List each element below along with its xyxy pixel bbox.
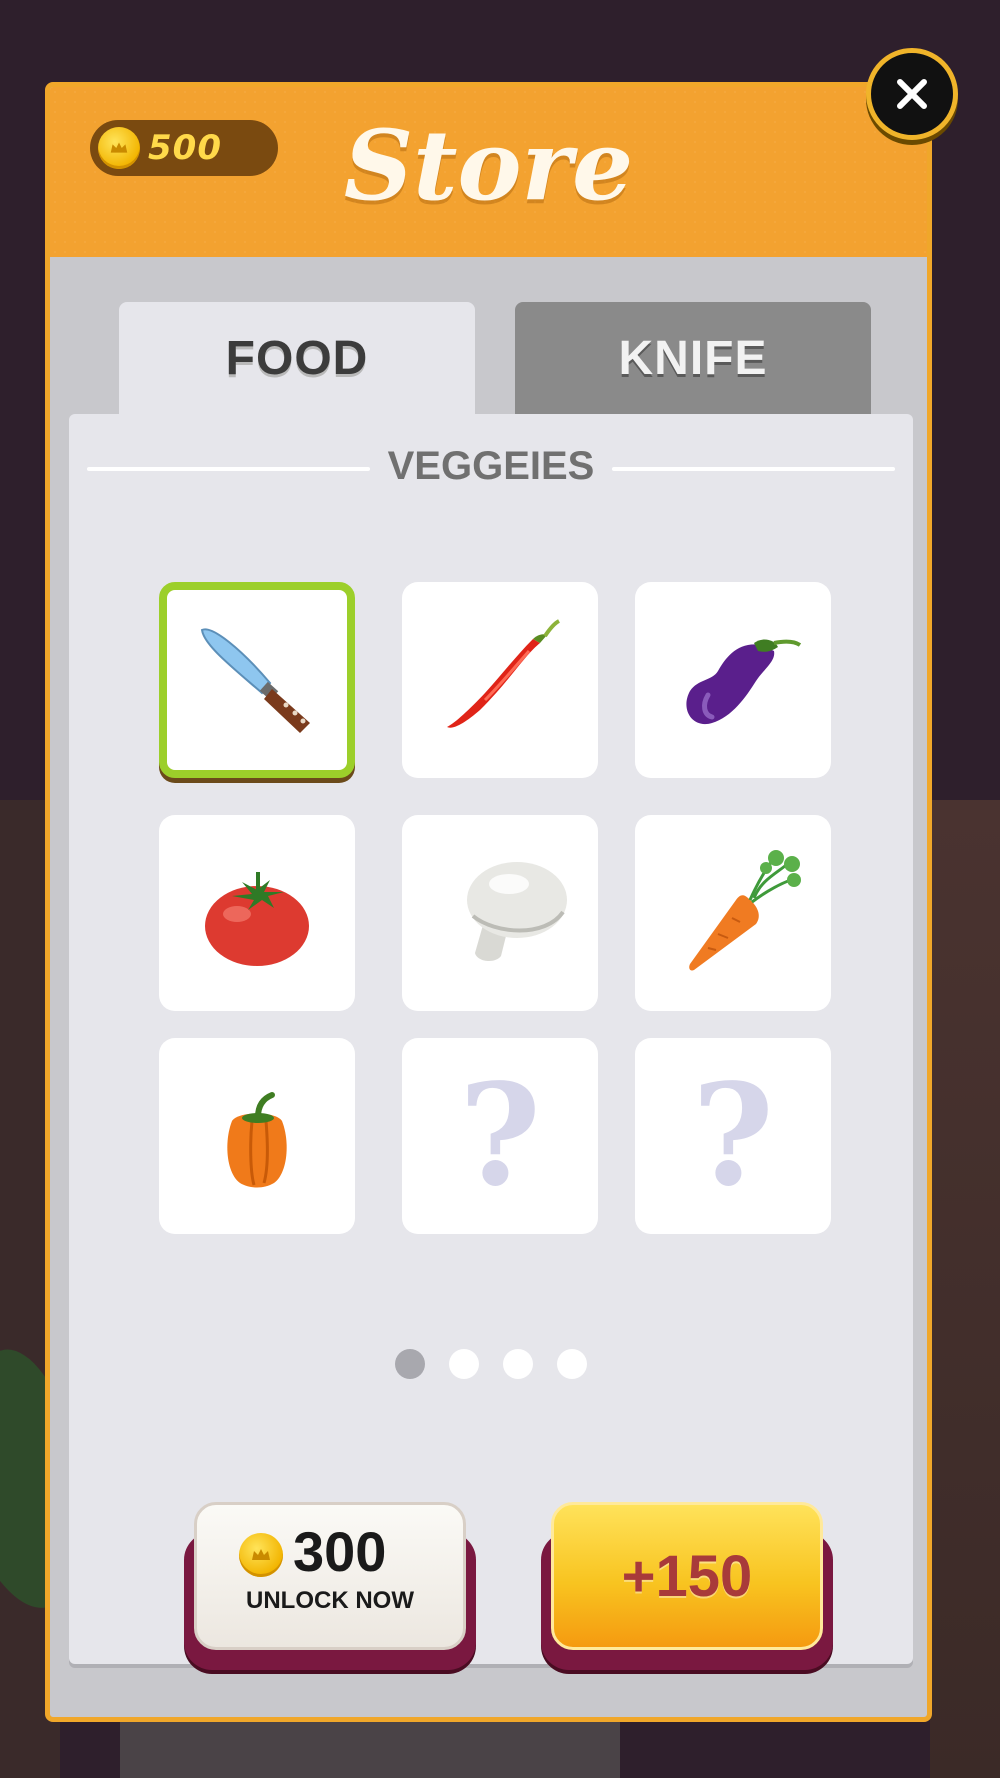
question-mark-icon: ? [691,1054,775,1218]
divider [612,467,895,471]
page-dot[interactable] [449,1349,479,1379]
page-dot[interactable] [395,1349,425,1379]
page-indicator [69,1349,913,1381]
background-scene-right [930,800,1000,1778]
page-title: Store [343,109,634,222]
unlock-price: 300 [293,1520,387,1583]
item-knife[interactable] [159,582,355,778]
item-locked[interactable]: ? [635,1038,831,1234]
tab-knife[interactable]: KNIFE [515,302,871,414]
question-mark-icon: ? [458,1054,542,1218]
item-carrot[interactable] [635,815,831,1011]
button-face: +150 [551,1502,823,1650]
close-button[interactable] [866,48,958,140]
item-tomato[interactable] [159,815,355,1011]
item-bell-pepper[interactable] [159,1038,355,1234]
background-bottom [120,1718,620,1778]
reward-label: +150 [621,1543,753,1609]
page-dot[interactable] [557,1349,587,1379]
chili-pepper-icon [447,619,560,728]
mushroom-icon [467,862,567,962]
coin-icon [239,1533,283,1577]
button-face: 300 UNLOCK NOW [194,1502,466,1650]
unlock-now-button[interactable]: 300 UNLOCK NOW [184,1502,476,1670]
reward-button[interactable]: +150 [541,1502,833,1670]
item-grid: ? ? [159,582,831,1234]
carrot-icon [689,850,801,971]
close-icon [897,79,927,109]
knife-icon [200,628,310,733]
eggplant-icon [686,639,802,725]
store-panel: 500 Store FOOD KNIFE VEGGEIES ? ? 300 UN… [45,82,932,1722]
page-dot[interactable] [503,1349,533,1379]
item-mushroom[interactable] [402,815,598,1011]
store-header: 500 Store [50,87,927,257]
item-eggplant[interactable] [635,582,831,778]
item-locked[interactable]: ? [402,1038,598,1234]
bell-pepper-icon [227,1092,287,1188]
item-chili-pepper[interactable] [402,582,598,778]
unlock-label: UNLOCK NOW [246,1587,414,1614]
section-header: VEGGEIES [87,444,895,494]
store-content: VEGGEIES ? ? 300 UNLOCK NOW +150 [69,414,913,1670]
tab-food[interactable]: FOOD [119,302,475,414]
tomato-icon [205,872,309,966]
